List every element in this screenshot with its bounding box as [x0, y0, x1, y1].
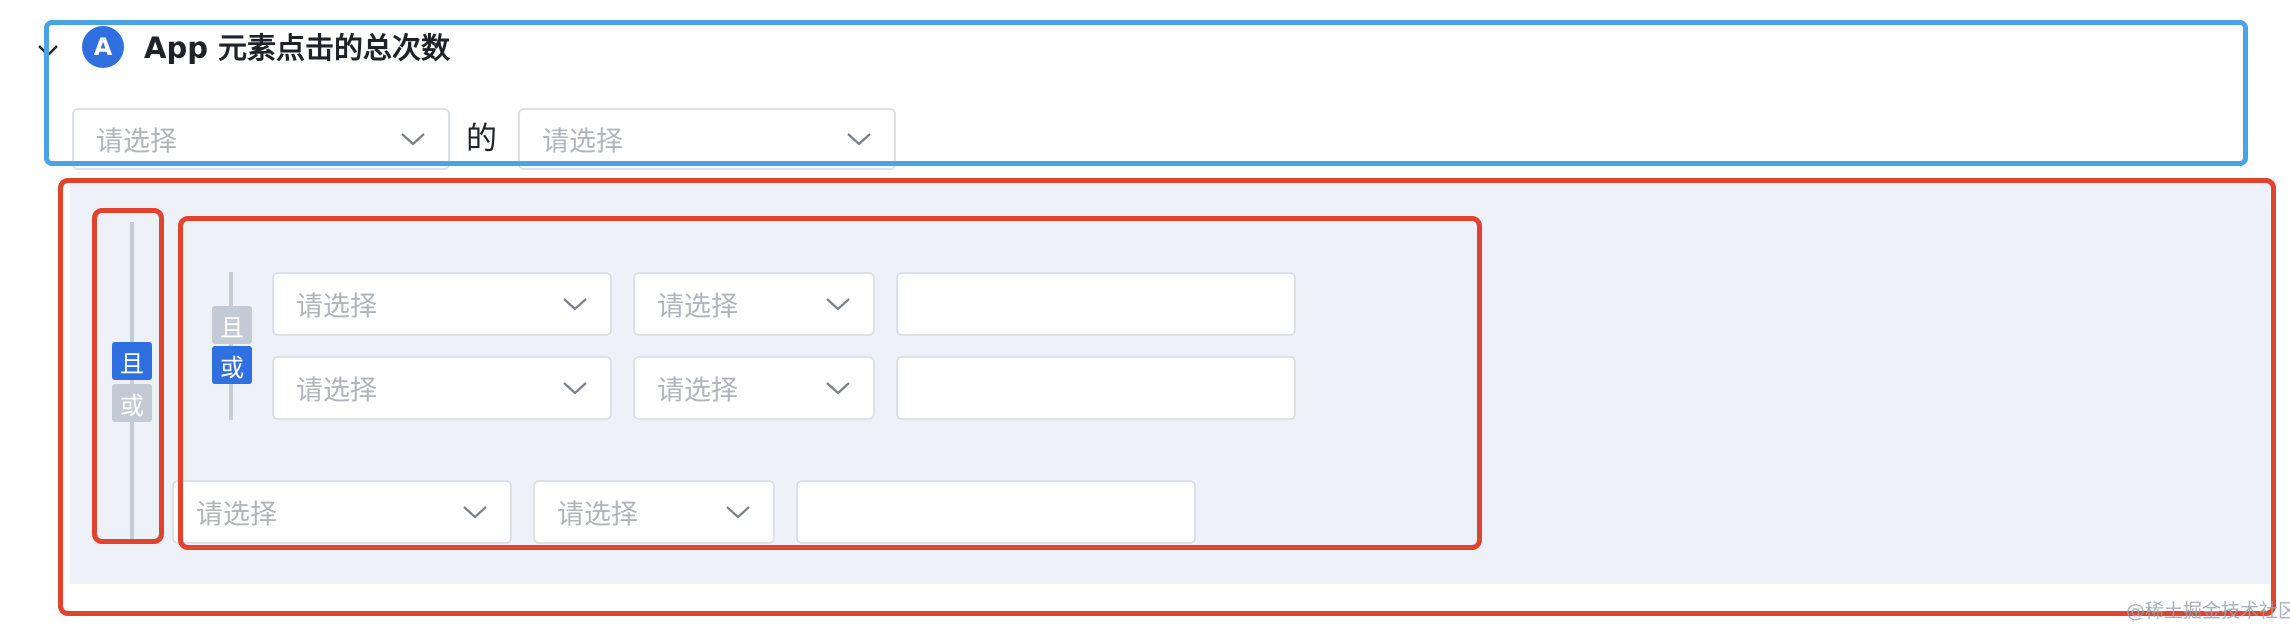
watermark: @稀土掘金技术社区: [2126, 600, 2290, 622]
annotation-box-outer-logic: [92, 208, 164, 544]
annotation-box-metric: [44, 20, 2248, 166]
annotation-box-inner-group: [178, 216, 1482, 550]
